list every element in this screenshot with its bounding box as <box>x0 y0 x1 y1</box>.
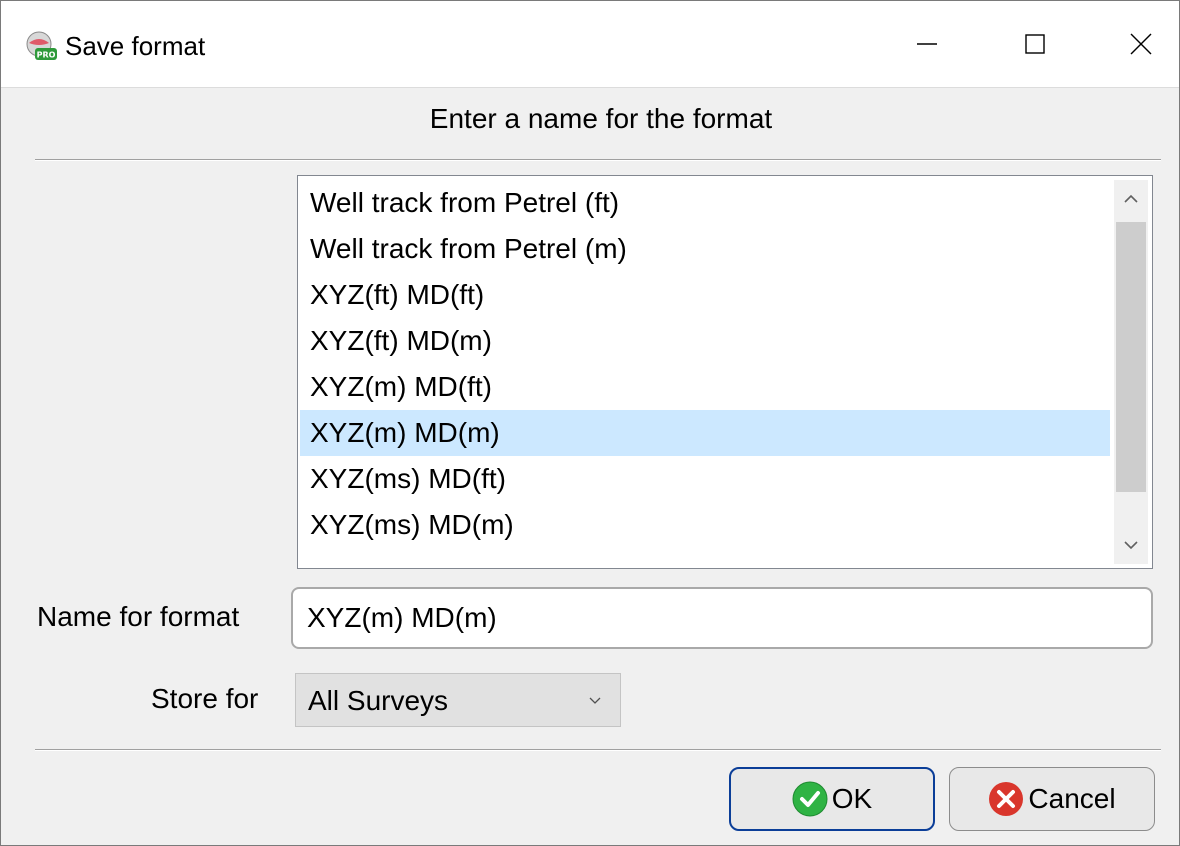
list-item[interactable]: Well track from Petrel (m) <box>300 226 1110 272</box>
check-circle-icon <box>792 781 828 817</box>
bottom-separator <box>35 749 1161 751</box>
ok-button[interactable]: OK <box>729 767 935 831</box>
ok-label: OK <box>831 783 873 814</box>
chevron-up-icon <box>1124 194 1138 203</box>
scroll-thumb[interactable] <box>1116 222 1146 492</box>
list-item[interactable]: Well track from Petrel (ft) <box>300 180 1110 226</box>
store-for-label: Store for <box>151 683 259 714</box>
store-for-select[interactable]: All Surveys <box>295 673 621 727</box>
list-item[interactable]: XYZ(ms) MD(ft) <box>300 456 1110 502</box>
format-list-items: Well track from Petrel (ft) Well track f… <box>300 180 1110 548</box>
save-format-dialog: PRO Save format Enter a name for the for… <box>0 0 1180 846</box>
window-title: Save format <box>65 31 206 61</box>
list-item[interactable]: XYZ(ft) MD(m) <box>300 318 1110 364</box>
svg-text:PRO: PRO <box>37 51 56 60</box>
dialog-heading: Enter a name for the format <box>429 103 773 134</box>
list-item[interactable]: XYZ(ft) MD(ft) <box>300 272 1110 318</box>
cancel-button[interactable]: Cancel <box>949 767 1155 831</box>
top-separator <box>35 159 1161 161</box>
chevron-down-icon <box>588 692 602 710</box>
title-bar: PRO Save format <box>1 1 1179 88</box>
list-scrollbar[interactable] <box>1114 180 1148 564</box>
name-for-format-label: Name for format <box>37 601 240 632</box>
cancel-label: Cancel <box>1028 783 1116 814</box>
list-item-selected[interactable]: XYZ(m) MD(m) <box>300 410 1110 456</box>
chevron-down-icon <box>1124 541 1138 550</box>
store-for-value: All Surveys <box>308 685 449 716</box>
minimize-button[interactable] <box>897 21 957 67</box>
minimize-icon <box>917 43 937 45</box>
list-item[interactable]: XYZ(ms) MD(m) <box>300 502 1110 548</box>
close-button[interactable] <box>1111 21 1171 67</box>
close-icon <box>1130 33 1152 55</box>
app-pro-icon: PRO <box>23 31 57 61</box>
maximize-icon <box>1025 34 1045 54</box>
scroll-up-button[interactable] <box>1114 180 1148 218</box>
format-list[interactable]: Well track from Petrel (ft) Well track f… <box>297 175 1153 569</box>
maximize-button[interactable] <box>1005 21 1065 67</box>
scroll-down-button[interactable] <box>1114 526 1148 564</box>
x-circle-icon <box>989 782 1024 816</box>
name-for-format-input[interactable] <box>291 587 1153 649</box>
list-item[interactable]: XYZ(m) MD(ft) <box>300 364 1110 410</box>
